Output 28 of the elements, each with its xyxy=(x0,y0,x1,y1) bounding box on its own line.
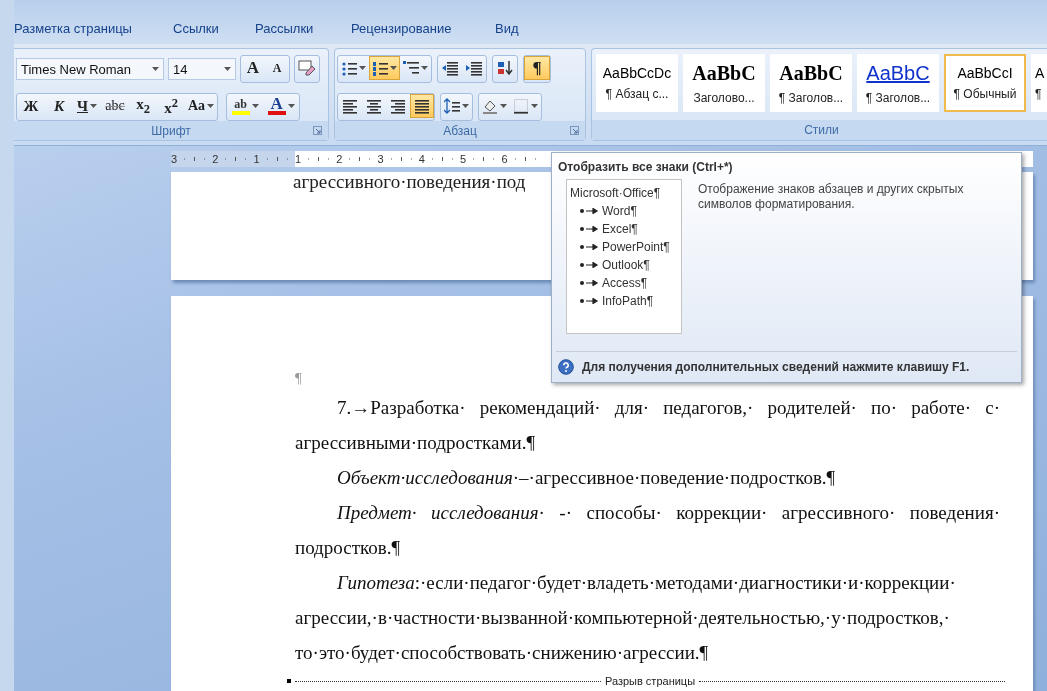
group-label: Шрифт xyxy=(151,123,191,138)
ruler-number: 4 xyxy=(418,153,425,165)
sample-line: InfoPath¶ xyxy=(602,294,654,308)
group-label: Абзац xyxy=(443,123,477,138)
ruler-number: 3 xyxy=(171,153,178,165)
sample-line: Outlook¶ xyxy=(602,258,650,272)
ruler-number: 1 xyxy=(253,153,260,165)
ruler-number: 3 xyxy=(377,153,384,165)
sample-line: Excel¶ xyxy=(602,222,638,236)
ruler-number: 2 xyxy=(336,153,343,165)
body-text: агрессивного·поведения·под xyxy=(293,172,526,192)
sample-heading: Microsoft·Office¶ xyxy=(570,186,662,200)
tooltip-description: Отображение знаков абзацев и других скрытых символов форматирования. xyxy=(698,181,965,213)
ruler-number: 1 xyxy=(294,153,301,165)
group-label: Стили xyxy=(804,123,839,137)
ruler-number: 5 xyxy=(460,153,467,165)
page-break-label: Разрыв страницы xyxy=(604,675,696,687)
sample-line: PowerPoint¶ xyxy=(602,240,670,254)
paragraph: Предмет· исследования· -· способы· коррекции· агрессивного· поведения· подростков.¶ xyxy=(295,501,1000,560)
sample-line: Access¶ xyxy=(602,276,648,290)
sample-line: Word¶ xyxy=(602,204,637,218)
paragraph: 7.→Разработка· рекомендаций· для· педагогов,· родителей· по· работе· с· агрессивными·подростками.¶ xyxy=(295,396,1000,455)
paragraph-mark: ¶ xyxy=(295,369,302,388)
tooltip-footer: Для получения дополнительных сведений нажмите клавишу F1. xyxy=(582,360,970,374)
paragraph: Гипотеза:·если·педагог·будет·владеть·методами·диагностики·и·коррекции· агрессии,·в·частности·вызванной·компьютерной·деятельностью,·у·подростков,· то·это·будет·способствовать·снижению·агрессии.¶ xyxy=(295,571,957,665)
paragraph: Объект·исследования·–·агрессивное·поведение·подростков.¶ xyxy=(336,466,837,490)
ruler-number: 2 xyxy=(212,153,219,165)
ruler-number: 6 xyxy=(501,153,508,165)
